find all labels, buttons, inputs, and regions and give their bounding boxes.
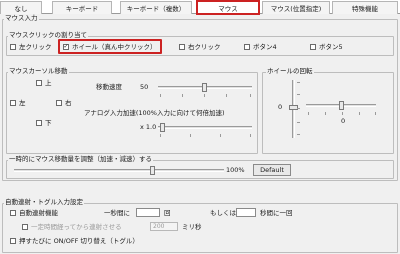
button4-checkbox[interactable] <box>244 44 250 50</box>
right-click-checkbox[interactable] <box>179 44 185 50</box>
slider-tick <box>342 112 343 115</box>
left-click-checkbox[interactable] <box>10 44 16 50</box>
default-button-label: Default <box>260 166 284 174</box>
default-button[interactable]: Default <box>253 164 291 176</box>
mouse-settings-panel: マウス入力 マウスクリックの割り当て 左クリック ホイール（真ん中クリック） 右… <box>0 14 400 254</box>
slider-tick <box>359 112 360 115</box>
tab-special[interactable]: 特殊機能 <box>332 1 398 14</box>
click-assign-title: マウスクリックの割り当て <box>8 31 88 39</box>
move-left-label: 左 <box>19 99 26 107</box>
button4-label: ボタン4 <box>253 43 277 51</box>
wheel-h-value: 0 <box>341 117 346 125</box>
delay-label: 一定時間経ってから連射させる <box>31 223 122 231</box>
right-click-label: 右クリック <box>188 43 221 51</box>
slider-tick <box>160 94 161 97</box>
slider-tick <box>297 82 300 83</box>
tab-none[interactable]: なし <box>0 1 42 14</box>
slider-tick <box>297 108 300 109</box>
mouse-input-title: マウス入力 <box>4 14 39 22</box>
slider-tick <box>297 94 300 95</box>
times-unit-label: 回 <box>164 209 171 217</box>
analog-accel-slider[interactable] <box>158 126 252 129</box>
move-speed-slider-thumb[interactable] <box>202 83 207 92</box>
slider-tick <box>204 94 205 97</box>
move-up-label: 上 <box>45 79 52 87</box>
wheel-v-value: 0 <box>278 103 283 111</box>
cursor-move-title: マウスカーソル移動 <box>8 67 69 75</box>
left-click-label: 左クリック <box>19 43 52 51</box>
tab-label: マウス <box>218 4 238 13</box>
per-second-label: 一秒間に <box>104 209 130 217</box>
move-up-checkbox[interactable] <box>36 80 42 86</box>
wheel-click-checkbox[interactable] <box>63 44 69 50</box>
move-down-label: 下 <box>45 119 52 127</box>
slider-tick <box>250 134 251 137</box>
toggle-label: 押すたびに ON/OFF 切り替え（トグル） <box>19 237 139 245</box>
slider-tick <box>226 94 227 97</box>
slider-tick <box>160 134 161 137</box>
auto-fire-label: 自動連射機能 <box>19 209 58 217</box>
auto-repeat-title: 自動連射・トグル入力設定 <box>4 198 84 206</box>
analog-accel-slider-thumb[interactable] <box>160 123 165 132</box>
slider-tick <box>250 94 251 97</box>
analog-accel-value: x 1.0 <box>140 123 157 131</box>
once-per-label: 秒間に一回 <box>260 209 293 217</box>
button5-checkbox[interactable] <box>310 44 316 50</box>
slider-tick <box>220 134 221 137</box>
tab-label: キーボード <box>65 5 99 13</box>
temp-adjust-title: 一時的にマウス移動量を調整（加速・減速）する <box>8 155 153 163</box>
wheel-rotate-title: ホイールの回転 <box>266 67 314 75</box>
toggle-checkbox[interactable] <box>10 238 16 244</box>
tab-label: マウス(位置指定) <box>270 5 322 13</box>
tab-keyboard-multi[interactable]: キーボード（複数） <box>120 1 192 14</box>
delay-checkbox[interactable] <box>22 224 28 230</box>
tab-label: なし <box>14 5 28 13</box>
move-left-checkbox[interactable] <box>10 100 16 106</box>
temp-adjust-slider[interactable] <box>14 169 224 172</box>
slider-tick <box>190 134 191 137</box>
tab-mouse-position[interactable]: マウス(位置指定) <box>262 1 330 14</box>
slider-tick <box>297 122 300 123</box>
auto-fire-checkbox[interactable] <box>10 210 16 216</box>
move-speed-value: 50 <box>140 83 149 91</box>
slider-tick <box>325 112 326 115</box>
seconds-interval-input[interactable] <box>236 208 256 217</box>
move-speed-label: 移動速度 <box>96 83 122 91</box>
slider-tick <box>182 94 183 97</box>
temp-adjust-value: 100% <box>226 166 245 174</box>
wheel-click-label: ホイール（真ん中クリック） <box>72 43 157 51</box>
button5-label: ボタン5 <box>319 43 343 51</box>
tab-label: キーボード（複数） <box>126 5 186 13</box>
slider-tick <box>375 112 376 115</box>
tab-keyboard[interactable]: キーボード <box>52 1 112 14</box>
tab-mouse[interactable]: マウス <box>196 0 260 15</box>
per-second-input[interactable] <box>136 208 160 217</box>
tab-label: 特殊機能 <box>352 5 378 13</box>
analog-accel-label: アナログ入力加速(100%入力に向けて何倍加速) <box>84 109 225 117</box>
wheel-horizontal-slider-thumb[interactable] <box>339 101 344 110</box>
move-down-checkbox[interactable] <box>36 120 42 126</box>
slider-tick <box>308 112 309 115</box>
temp-adjust-slider-thumb[interactable] <box>150 166 155 175</box>
ms-unit-label: ミリ秒 <box>182 223 202 231</box>
delay-ms-input[interactable]: 200 <box>150 222 178 231</box>
or-label: もしくは <box>210 209 236 217</box>
move-right-label: 右 <box>65 99 72 107</box>
slider-tick <box>297 134 300 135</box>
tab-bar: なし キーボード キーボード（複数） マウス マウス(位置指定) 特殊機能 <box>0 0 400 15</box>
move-right-checkbox[interactable] <box>56 100 62 106</box>
